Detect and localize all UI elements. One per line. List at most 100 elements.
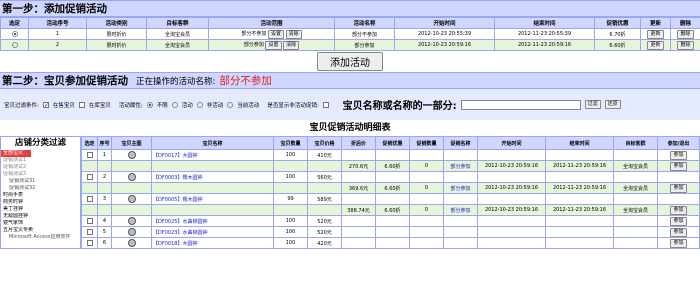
delete-button[interactable]: 删除 [677, 29, 694, 39]
detail-table: 选定 序号 宝贝主图 宝贝名称 宝贝数量 宝贝价格 折后价 促销优惠 促销数量 促销名称 开始时间结… [81, 136, 700, 249]
promo-name-cell: 部分参加 [443, 204, 478, 216]
promo-link[interactable]: 部分参加 [450, 164, 470, 170]
promotion-col-header: 更新 [640, 17, 671, 29]
attr-radio-active[interactable] [171, 101, 178, 108]
delete-button[interactable]: 删除 [677, 40, 694, 50]
sidebar-category-item[interactable]: 促销测试32 [1, 185, 80, 192]
restore-button[interactable]: 还原 [604, 100, 621, 109]
item-row: 2 【DF0003】樱木圆钟 100 560元 [81, 171, 700, 183]
filter-label: 宝贝过滤条件: [4, 102, 39, 109]
select-radio[interactable] [11, 41, 18, 48]
update-button[interactable]: 更新 [647, 29, 664, 39]
filter-button[interactable]: 过滤 [584, 100, 601, 109]
detail-col-header: 宝贝主图 [111, 136, 152, 150]
detail-col-header: 宝贝名称 [151, 136, 274, 150]
join-button[interactable]: 参加 [670, 183, 687, 193]
sidebar-category-item[interactable]: 促销测试2 [1, 164, 80, 171]
join-button[interactable]: 参加 [670, 205, 687, 215]
join-button[interactable]: 参加 [670, 238, 687, 248]
promo-link[interactable]: 部分参加 [450, 208, 470, 214]
item-thumbnail [127, 239, 136, 247]
activity-discount: 6.60折 [594, 39, 641, 51]
item-name[interactable]: 【DF0025】水曲柳圆钟 [151, 215, 274, 227]
item-checkbox[interactable] [86, 151, 93, 158]
detail-col-header: 促销名称 [443, 136, 478, 150]
detail-col-header: 宝贝价格 [307, 136, 342, 150]
promo-name-cell: 部分参加 [443, 182, 478, 194]
item-checkbox[interactable] [86, 195, 93, 202]
sidebar-category-item[interactable]: 无敌圆挂钟 [1, 213, 80, 220]
on-sale-checkbox[interactable] [42, 101, 49, 108]
sidebar-category-item[interactable]: 美丁挂钟 [1, 206, 80, 213]
item-name[interactable]: 【DF0023】水曲柳圆钟 [151, 226, 274, 238]
item-name[interactable]: 【DF0005】樱木圆钟 [151, 193, 274, 205]
item-price: 410元 [307, 149, 342, 161]
sidebar-category-item[interactable]: 全部宝贝 [1, 150, 31, 157]
sidebar-category-item[interactable]: 商务时钟 [1, 199, 80, 206]
join-button[interactable]: 参加 [670, 227, 687, 237]
promotion-col-header: 活动序号 [28, 17, 87, 29]
filter-bar: 宝贝过滤条件: 在售宝贝 在库宝贝 活动属性: 不限 活动 非活动 当前活动 是… [0, 89, 700, 120]
promotion-table-header: 选定 活动序号 活动类别 目标客群 活动范围 活动名称 开始时间 结束时间 促销优惠 更新 删除 [0, 17, 700, 29]
item-name[interactable]: 【DF0017】木圆钟 [151, 149, 274, 161]
activity-scope: 部分不参加 [241, 30, 267, 37]
sidebar-category-item[interactable]: 五月宝贝专卖 [1, 227, 80, 234]
detail-col-header: 促销数量 [409, 136, 444, 150]
name-search-input[interactable] [460, 99, 581, 110]
sidebar-category-item[interactable]: 促销测试1 [1, 157, 80, 164]
item-thumbnail [127, 217, 136, 225]
activity-scope: 部分参加 [243, 41, 264, 48]
attr-radio-all[interactable] [146, 101, 153, 108]
item-qty: 100 [273, 149, 308, 161]
activity-target: 全淘宝会员 [146, 28, 209, 40]
set-button[interactable]: 设置 [267, 29, 284, 39]
sidebar-category-item[interactable]: 镜气家饰 [1, 220, 80, 227]
select-radio[interactable] [11, 30, 18, 37]
current-activity-name: 部分不参加 [219, 75, 272, 87]
sidebar-category-item[interactable]: 促销测试31 [1, 178, 80, 185]
item-thumbnail [127, 173, 136, 181]
activity-start: 2012-10-23 20:59:16 [394, 39, 495, 51]
promo-row: 369.6元 6.60折 0 部分参加 2012-10-23 20:59:16 2012-… [81, 182, 700, 194]
item-checkbox[interactable] [86, 239, 93, 246]
item-name[interactable]: 【DF0018】木圆钟 [151, 237, 274, 249]
promo-end: 2012-11-23 20:59:16 [545, 204, 614, 216]
attr-radio-current[interactable] [227, 101, 234, 108]
join-button[interactable]: 参加 [670, 161, 687, 171]
attr-option-active: 活动 [181, 102, 193, 109]
promo-qty: 0 [409, 204, 444, 216]
activity-index: 2 [28, 39, 87, 51]
add-activity-button[interactable]: 添加活动 [317, 52, 383, 71]
set-button[interactable]: 设置 [265, 40, 282, 50]
promo-link[interactable]: 部分参加 [450, 186, 470, 192]
item-price: 420元 [307, 237, 342, 249]
sidebar-category-item[interactable]: 促销测试3 [1, 171, 80, 178]
promo-start: 2012-10-23 20:59:16 [477, 204, 546, 216]
activity-end: 2012-11-23 20:59:16 [494, 39, 595, 51]
category-sidebar: 店铺分类过滤 全部宝贝 促销测试1 促销测试2 促销测试3 促销测试31 促销测试32 时尚… [0, 136, 81, 249]
activity-discount: 6.70折 [594, 28, 641, 40]
attr-radio-inactive[interactable] [196, 101, 203, 108]
in-stock-checkbox[interactable] [78, 101, 85, 108]
item-no: 4 [97, 215, 112, 227]
clear-button[interactable]: 清除 [285, 29, 302, 39]
sidebar-category-item[interactable]: 时尚手表 [1, 192, 80, 199]
promo-after-price: 388.74元 [341, 204, 376, 216]
item-checkbox[interactable] [86, 173, 93, 180]
item-no: 6 [97, 237, 112, 249]
promotion-col-header: 目标客群 [146, 17, 209, 29]
item-checkbox[interactable] [86, 228, 93, 235]
item-name[interactable]: 【DF0003】樱木圆钟 [151, 171, 274, 183]
show-inactive-checkbox[interactable] [322, 101, 329, 108]
item-price: 589元 [307, 193, 342, 205]
item-price: 520元 [307, 226, 342, 238]
clear-button[interactable]: 清除 [283, 40, 300, 50]
sidebar-category-item[interactable]: Microsoft Access应用软件 [1, 234, 80, 241]
join-button[interactable]: 参加 [670, 216, 687, 226]
item-checkbox[interactable] [86, 217, 93, 224]
promo-start: 2012-10-23 20:59:16 [477, 182, 546, 194]
promo-after-price: 369.6元 [341, 182, 376, 194]
update-button[interactable]: 更新 [647, 40, 664, 50]
join-button[interactable]: 参加 [670, 150, 687, 160]
activity-index: 1 [28, 28, 87, 40]
